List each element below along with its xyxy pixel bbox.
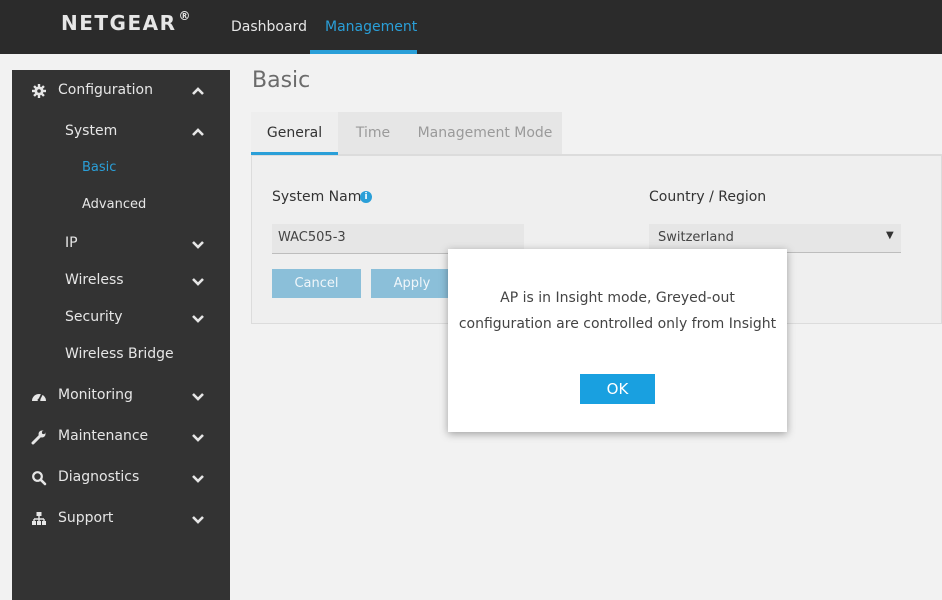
- ok-button[interactable]: OK: [580, 374, 655, 404]
- dialog-message: AP is in Insight mode, Greyed-out config…: [448, 285, 787, 337]
- dialog-message-line-2: configuration are controlled only from I…: [458, 316, 777, 332]
- modal-overlay: AP is in Insight mode, Greyed-out config…: [0, 0, 942, 600]
- dialog-message-line-1: AP is in Insight mode, Greyed-out: [500, 290, 735, 306]
- insight-mode-dialog: AP is in Insight mode, Greyed-out config…: [448, 249, 787, 432]
